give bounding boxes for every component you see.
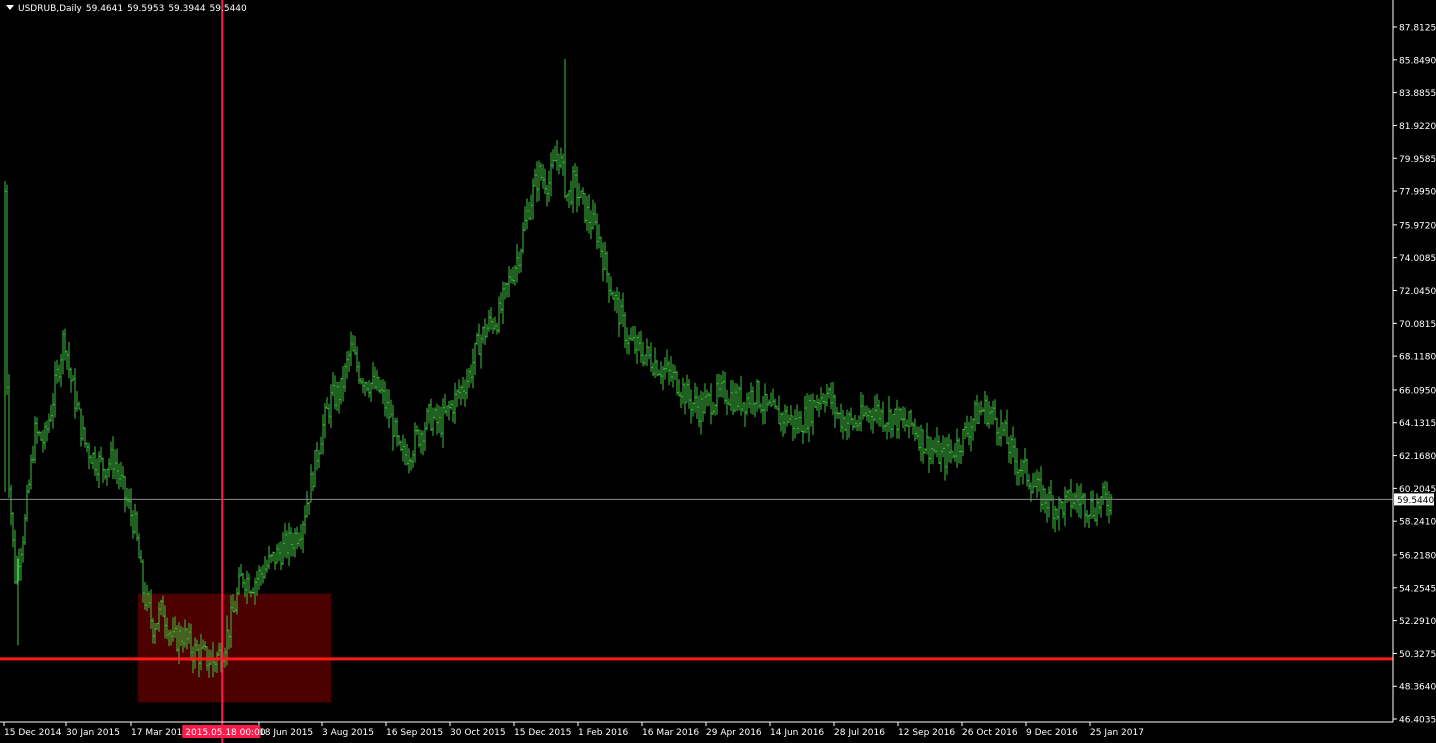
y-tick-label: 62.1680	[1399, 452, 1436, 462]
x-tick-label: 30 Jan 2015	[66, 728, 120, 738]
y-tick-label: 66.0950	[1399, 386, 1436, 396]
x-tick-label: 17 Mar 2015	[131, 728, 188, 738]
x-tick-label: 18 Jun 2015	[259, 728, 313, 738]
x-tick-label: 1 Feb 2016	[578, 728, 629, 738]
low-value: 59.3944	[168, 4, 206, 14]
close-value: 59.5440	[209, 4, 247, 14]
open-value: 59.4641	[85, 4, 124, 14]
symbol-label: USDRUB,Daily	[18, 4, 82, 14]
current-price-label: 59.5440	[1397, 496, 1434, 506]
price-chart[interactable]: 87.8125 85.8490 83.8855 81.9220 79.9585 77.99…	[0, 0, 1436, 743]
y-tick-label: 52.2910	[1399, 617, 1436, 627]
x-tick-label: 3 Aug 2015	[322, 728, 374, 738]
y-tick-label: 77.9950	[1399, 188, 1436, 198]
crosshair-time-label: 2015.05.18 00:00	[185, 728, 266, 738]
y-tick-label: 56.2180	[1399, 551, 1436, 561]
x-tick-label: 28 Jul 2016	[834, 728, 885, 738]
y-tick-label: 81.9220	[1399, 122, 1436, 132]
y-tick-label: 68.1180	[1399, 353, 1436, 363]
y-tick-label: 46.4035	[1399, 716, 1436, 726]
highlight-zone[interactable]	[137, 593, 331, 703]
collapse-triangle-icon[interactable]	[6, 5, 14, 10]
x-tick-label: 12 Sep 2016	[898, 728, 955, 738]
x-tick-label: 9 Dec 2016	[1026, 728, 1078, 738]
y-tick-label: 48.3640	[1399, 683, 1436, 693]
y-tick-label: 87.8125	[1399, 24, 1436, 34]
y-tick-label: 50.3275	[1399, 650, 1436, 660]
y-tick-label: 75.9720	[1399, 221, 1436, 231]
y-tick-label: 64.1315	[1399, 419, 1436, 429]
high-value: 59.5953	[127, 4, 165, 14]
y-tick-label: 54.2545	[1399, 584, 1436, 594]
y-tick-label: 70.0815	[1399, 320, 1436, 330]
x-tick-label: 16 Sep 2015	[386, 728, 443, 738]
y-tick-label: 85.8490	[1399, 56, 1436, 66]
x-tick-label: 16 Mar 2016	[642, 728, 699, 738]
y-tick-label: 83.8855	[1399, 89, 1436, 99]
y-tick-label: 79.9585	[1399, 155, 1436, 165]
x-tick-label: 29 Apr 2016	[706, 728, 762, 738]
x-tick-label: 30 Oct 2015	[450, 728, 506, 738]
x-tick-label: 25 Jan 2017	[1090, 728, 1144, 738]
x-tick-label: 15 Dec 2015	[514, 728, 572, 738]
chart-header: USDRUB,Daily 59.4641 59.5953 59.3944 59.5440	[6, 4, 251, 14]
y-tick-label: 60.2045	[1399, 485, 1436, 495]
x-tick-label: 14 Jun 2016	[770, 728, 824, 738]
y-tick-label: 72.0450	[1399, 287, 1436, 297]
y-tick-label: 58.2410	[1399, 518, 1436, 528]
y-tick-label: 74.0085	[1399, 254, 1436, 264]
x-tick-label: 26 Oct 2016	[962, 728, 1018, 738]
x-tick-label: 15 Dec 2014	[4, 728, 62, 738]
